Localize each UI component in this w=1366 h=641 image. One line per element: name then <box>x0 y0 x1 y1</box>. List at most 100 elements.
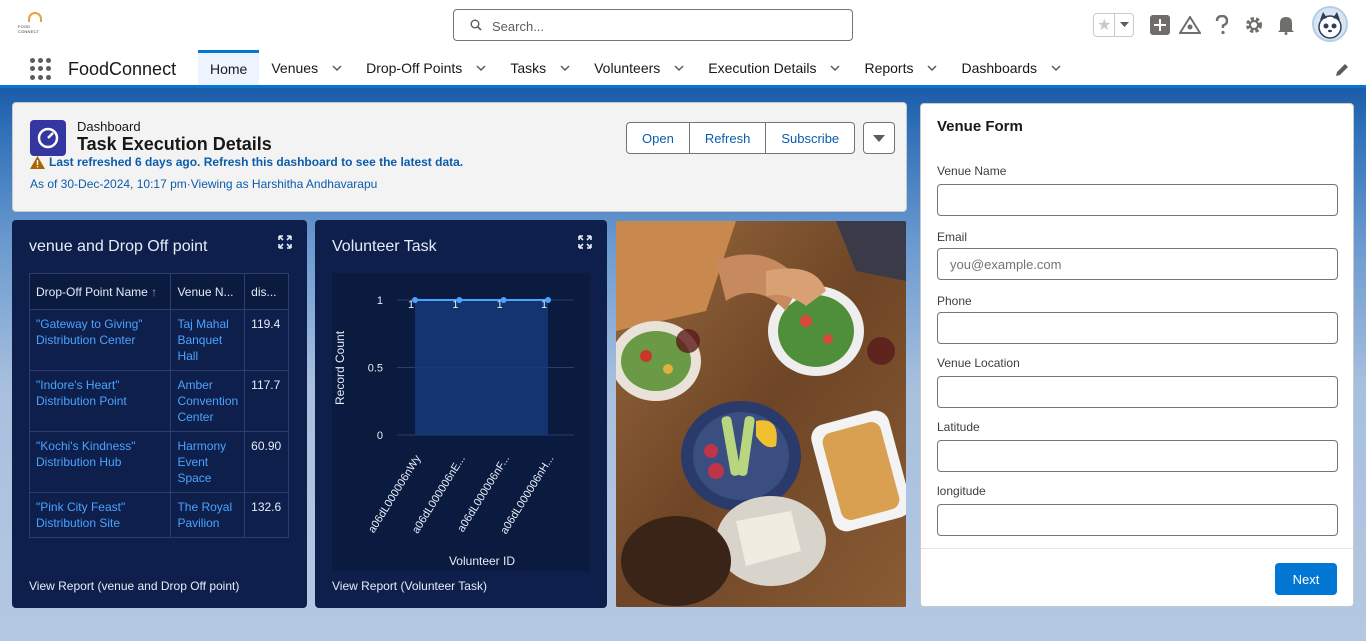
venue-location-label: Venue Location <box>937 356 1020 370</box>
view-report-link[interactable]: View Report (Volunteer Task) <box>332 579 487 593</box>
venue-location-field[interactable] <box>937 376 1338 408</box>
nav-tabs: Home Venues Drop-Off Points Tasks Volunt… <box>198 50 1073 85</box>
expand-icon[interactable] <box>278 235 292 249</box>
navigation-bar: FoodConnect Home Venues Drop-Off Points … <box>0 50 1366 88</box>
column-header[interactable]: Venue N... <box>170 273 246 310</box>
dashboard-kicker: Dashboard <box>77 119 141 134</box>
chevron-down-icon[interactable] <box>927 64 938 71</box>
distance-cell: 132.6 <box>244 492 289 538</box>
widget-volunteer-task: Volunteer Task 0 0.5 1 1 a06dL000006nWy 1 a06d… <box>315 220 607 608</box>
app-logo[interactable]: FOOD CONNECT <box>18 10 52 36</box>
phone-label: Phone <box>937 294 972 308</box>
venue-link[interactable]: Harmony Event Space <box>170 431 246 493</box>
longitude-field[interactable] <box>937 504 1338 536</box>
app-launcher-icon[interactable] <box>30 58 52 80</box>
as-of-text: As of 30-Dec-2024, 10:17 pm·Viewing as H… <box>30 177 378 191</box>
gear-icon[interactable] <box>1243 14 1265 36</box>
data-label: 1 <box>408 299 414 311</box>
search-icon <box>470 19 482 31</box>
global-search[interactable] <box>453 9 853 41</box>
chevron-down-icon[interactable] <box>560 64 570 71</box>
search-input[interactable] <box>492 16 842 36</box>
volunteer-task-chart: 00.51 1a06dL000006nWy1a06dL000006nE...1a0… <box>333 295 574 568</box>
dropoff-link[interactable]: "Pink City Feast" Distribution Site <box>28 492 172 538</box>
venue-link[interactable]: Amber Convention Center <box>170 370 246 432</box>
data-label: 1 <box>497 299 503 311</box>
longitude-label: longitude <box>937 484 986 498</box>
favorites-group[interactable]: ★ <box>1093 13 1134 37</box>
dropoff-link[interactable]: "Indore's Heart" Distribution Point <box>28 370 172 432</box>
chevron-down-icon[interactable] <box>332 64 342 71</box>
distance-cell: 60.90 <box>244 431 289 493</box>
chevron-down-icon[interactable] <box>674 64 684 71</box>
pencil-icon[interactable] <box>1334 62 1350 78</box>
next-button[interactable]: Next <box>1275 563 1337 595</box>
dashboard-actions: Open Refresh Subscribe <box>626 122 896 154</box>
view-report-link[interactable]: View Report (venue and Drop Off point) <box>29 579 239 593</box>
table-row: "Gateway to Giving" Distribution Center … <box>28 309 289 371</box>
table-header-row: Drop-Off Point Name ↑ Venue N... dis... <box>28 273 289 310</box>
add-icon[interactable] <box>1149 14 1171 36</box>
latitude-field[interactable] <box>937 440 1338 472</box>
email-field[interactable] <box>937 248 1338 280</box>
venue-name-field[interactable] <box>937 184 1338 216</box>
tab-drop-off-points[interactable]: Drop-Off Points <box>354 50 498 85</box>
venue-link[interactable]: Taj Mahal Banquet Hall <box>170 309 246 371</box>
data-label: 1 <box>452 299 458 311</box>
open-button[interactable]: Open <box>626 122 690 154</box>
tab-execution-details[interactable]: Execution Details <box>696 50 852 85</box>
email-label: Email <box>937 230 968 244</box>
tab-dashboards[interactable]: Dashboards <box>949 50 1073 85</box>
chevron-down-icon <box>873 134 886 142</box>
y-tick-label: 0 <box>377 430 383 442</box>
venue-name-label: Venue Name <box>937 164 1007 178</box>
refresh-button[interactable]: Refresh <box>688 122 767 154</box>
star-icon[interactable]: ★ <box>1094 14 1116 36</box>
bell-icon[interactable] <box>1275 14 1297 36</box>
phone-field[interactable] <box>937 312 1338 344</box>
tab-home[interactable]: Home <box>198 50 260 85</box>
venue-form: Venue Form Venue Name Email Phone Venue … <box>920 103 1354 607</box>
column-header[interactable]: dis... <box>244 273 289 310</box>
distance-cell: 117.7 <box>244 370 289 432</box>
app-name: FoodConnect <box>68 59 177 79</box>
y-tick-label: 0.5 <box>368 363 383 375</box>
more-actions-button[interactable] <box>863 122 896 154</box>
data-label: 1 <box>541 299 547 311</box>
dropoff-link[interactable]: "Kochi's Kindness" Distribution Hub <box>28 431 172 493</box>
area-fill <box>415 300 548 435</box>
widget-title: venue and Drop Off point <box>29 238 208 255</box>
y-tick-label: 1 <box>377 295 383 307</box>
chevron-down-icon[interactable] <box>830 64 840 71</box>
expand-icon[interactable] <box>578 235 592 249</box>
chevron-down-icon[interactable] <box>476 64 486 71</box>
chevron-down-icon[interactable] <box>1051 64 1061 71</box>
page-title: Task Execution Details <box>77 134 272 154</box>
widget-title: Volunteer Task <box>332 238 437 255</box>
dropoff-link[interactable]: "Gateway to Giving" Distribution Center <box>28 309 172 371</box>
table-row: "Indore's Heart" Distribution Point Ambe… <box>28 370 289 432</box>
tab-venues[interactable]: Venues <box>259 50 354 85</box>
tab-volunteers[interactable]: Volunteers <box>582 50 696 85</box>
widget-venue-dropoff: venue and Drop Off point Drop-Off Point … <box>12 220 307 608</box>
venue-link[interactable]: The Royal Pavilion <box>170 492 246 538</box>
column-header[interactable]: Drop-Off Point Name ↑ <box>28 273 172 310</box>
distance-cell: 119.4 <box>244 309 289 371</box>
x-axis-title: Volunteer ID <box>449 554 515 568</box>
sort-ascending-icon: ↑ <box>151 284 158 299</box>
chart-area: 0 0.5 1 1 a06dL000006nWy 1 a06dL000006nE... 1 a0… <box>332 273 590 571</box>
food-image <box>616 221 906 607</box>
chevron-down-icon[interactable] <box>1115 14 1133 36</box>
tab-reports[interactable]: Reports <box>852 50 949 85</box>
refresh-warning: Last refreshed 6 days ago. Refresh this … <box>30 155 463 169</box>
warning-icon <box>30 155 45 169</box>
latitude-label: Latitude <box>937 420 980 434</box>
form-title: Venue Form <box>937 118 1023 135</box>
warning-text: Last refreshed 6 days ago. Refresh this … <box>49 155 464 169</box>
subscribe-button[interactable]: Subscribe <box>765 122 856 154</box>
trailhead-icon[interactable] <box>1179 14 1201 36</box>
help-icon[interactable] <box>1211 14 1233 36</box>
avatar[interactable] <box>1312 6 1348 42</box>
tab-tasks[interactable]: Tasks <box>498 50 582 85</box>
logo-text: FOOD CONNECT <box>18 24 40 34</box>
